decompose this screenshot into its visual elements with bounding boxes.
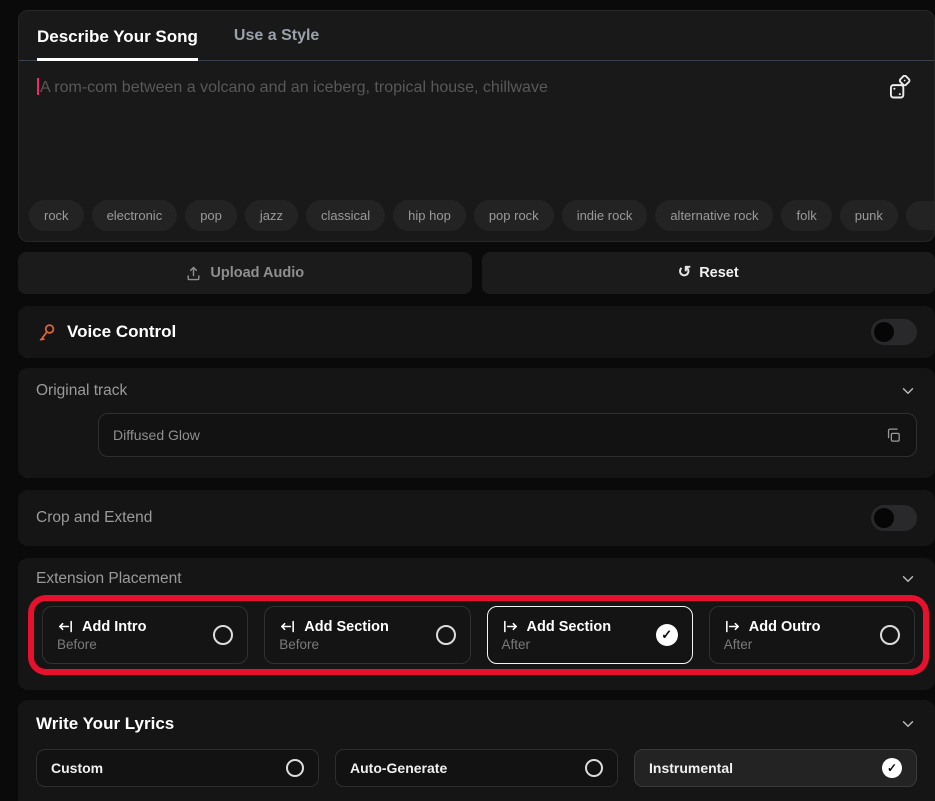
extension-placement-section: Extension Placement Add Intro Before Add… — [18, 558, 935, 690]
tag-jazz[interactable]: jazz — [244, 200, 299, 231]
option-title: Custom — [51, 760, 104, 776]
original-track-section: Original track Diffused Glow — [18, 368, 935, 478]
annotation-highlight-ring: Add Intro Before Add Section Before Add … — [28, 595, 929, 675]
microphone-icon — [36, 322, 57, 343]
lyrics-option-instrumental[interactable]: Instrumental ✓ — [634, 749, 917, 787]
option-subtitle: Before — [57, 637, 97, 652]
toggle-knob — [874, 322, 894, 342]
lyrics-option-custom[interactable]: Custom — [36, 749, 319, 787]
tag-indie-rock[interactable]: indie rock — [561, 200, 648, 231]
tag-alternative-rock[interactable]: alternative rock — [655, 200, 774, 231]
crop-and-extend-toggle[interactable] — [871, 505, 917, 531]
arrow-left-to-bar-icon — [57, 618, 74, 635]
option-subtitle: After — [723, 637, 753, 652]
randomize-prompt-button[interactable] — [885, 73, 916, 104]
radio-unchecked-icon[interactable] — [585, 759, 603, 777]
radio-checked-icon[interactable]: ✓ — [655, 624, 678, 646]
tag-pop[interactable]: pop — [185, 200, 237, 231]
option-title: Instrumental — [649, 760, 734, 776]
song-description-input[interactable]: A rom-com between a volcano and an icebe… — [19, 61, 934, 200]
placement-option-add-section-before[interactable]: Add Section Before — [264, 606, 471, 664]
tag-folk[interactable]: folk — [781, 200, 832, 231]
option-title: Add Section — [526, 618, 612, 635]
upload-audio-label: Upload Audio — [210, 265, 305, 281]
placement-option-add-section-after[interactable]: Add Section After ✓ — [486, 606, 693, 664]
original-track-value: Diffused Glow — [113, 427, 200, 443]
radio-unchecked-icon[interactable] — [213, 625, 234, 645]
extension-placement-label: Extension Placement — [36, 570, 182, 587]
tag-rock[interactable]: rock — [29, 200, 84, 231]
tag-electronic[interactable]: electronic — [91, 200, 178, 231]
option-title: Add Section — [304, 618, 389, 635]
chevron-down-icon[interactable] — [899, 570, 917, 588]
write-your-lyrics-section: Write Your Lyrics Custom Auto-Generate I… — [18, 700, 935, 801]
voice-control-section: Voice Control — [18, 306, 935, 358]
placement-option-add-outro[interactable]: Add Outro After — [708, 606, 915, 664]
radio-checked-icon[interactable]: ✓ — [882, 758, 902, 778]
toggle-knob — [874, 508, 894, 528]
actions-row: Upload Audio ↺ Reset — [18, 252, 935, 294]
radio-unchecked-icon[interactable] — [286, 759, 304, 777]
text-caret — [37, 78, 39, 95]
tab-describe-label: Describe Your Song — [37, 27, 198, 46]
prompt-placeholder: A rom-com between a volcano and an icebe… — [37, 77, 885, 99]
tab-bar: Describe Your Song Use a Style — [19, 11, 934, 61]
placement-options-row: Add Intro Before Add Section Before Add … — [42, 606, 915, 664]
dice-icon — [887, 75, 914, 102]
original-track-input[interactable]: Diffused Glow — [98, 413, 917, 457]
tags-scroll-right-button[interactable]: › — [905, 201, 934, 230]
voice-control-toggle[interactable] — [871, 319, 917, 345]
upload-icon — [185, 265, 202, 282]
reset-button[interactable]: ↺ Reset — [481, 252, 935, 294]
tab-style-label: Use a Style — [233, 27, 320, 44]
page-content: Describe Your Song Use a Style A rom-com… — [18, 10, 935, 801]
undo-icon: ↺ — [677, 264, 692, 281]
tag-punk[interactable]: punk — [839, 200, 898, 231]
lyrics-options-row: Custom Auto-Generate Instrumental ✓ — [36, 749, 917, 787]
option-title: Add Intro — [82, 618, 147, 635]
option-title: Auto-Generate — [350, 760, 448, 776]
tag-pop-rock[interactable]: pop rock — [473, 200, 554, 231]
arrow-right-from-bar-icon — [724, 618, 741, 635]
write-your-lyrics-label: Write Your Lyrics — [36, 714, 175, 733]
chevron-down-icon[interactable] — [899, 715, 917, 733]
radio-unchecked-icon[interactable] — [880, 625, 900, 645]
lyrics-option-auto-generate[interactable]: Auto-Generate — [335, 749, 618, 787]
arrow-right-from-bar-icon — [502, 618, 519, 635]
tab-describe-your-song[interactable]: Describe Your Song — [37, 27, 198, 61]
original-track-label: Original track — [36, 382, 128, 399]
option-subtitle: After — [501, 637, 531, 652]
option-title: Add Outro — [748, 618, 821, 635]
radio-unchecked-icon[interactable] — [435, 625, 456, 645]
tag-classical[interactable]: classical — [306, 200, 386, 231]
genre-tags-row: rock electronic pop jazz classical hip h… — [19, 200, 934, 241]
option-subtitle: Before — [279, 637, 320, 652]
chevron-down-icon[interactable] — [899, 382, 917, 400]
tab-use-a-style[interactable]: Use a Style — [234, 27, 319, 60]
copy-icon[interactable] — [885, 427, 902, 444]
upload-audio-button[interactable]: Upload Audio — [18, 252, 472, 294]
reset-label: Reset — [699, 265, 739, 281]
arrow-left-to-bar-icon — [279, 618, 296, 635]
placement-option-add-intro[interactable]: Add Intro Before — [42, 606, 249, 664]
crop-and-extend-section: Crop and Extend — [18, 490, 935, 546]
voice-control-label: Voice Control — [67, 322, 177, 341]
crop-and-extend-label: Crop and Extend — [36, 509, 153, 526]
describe-song-panel: Describe Your Song Use a Style A rom-com… — [18, 10, 935, 242]
tag-hip-hop[interactable]: hip hop — [393, 200, 466, 231]
